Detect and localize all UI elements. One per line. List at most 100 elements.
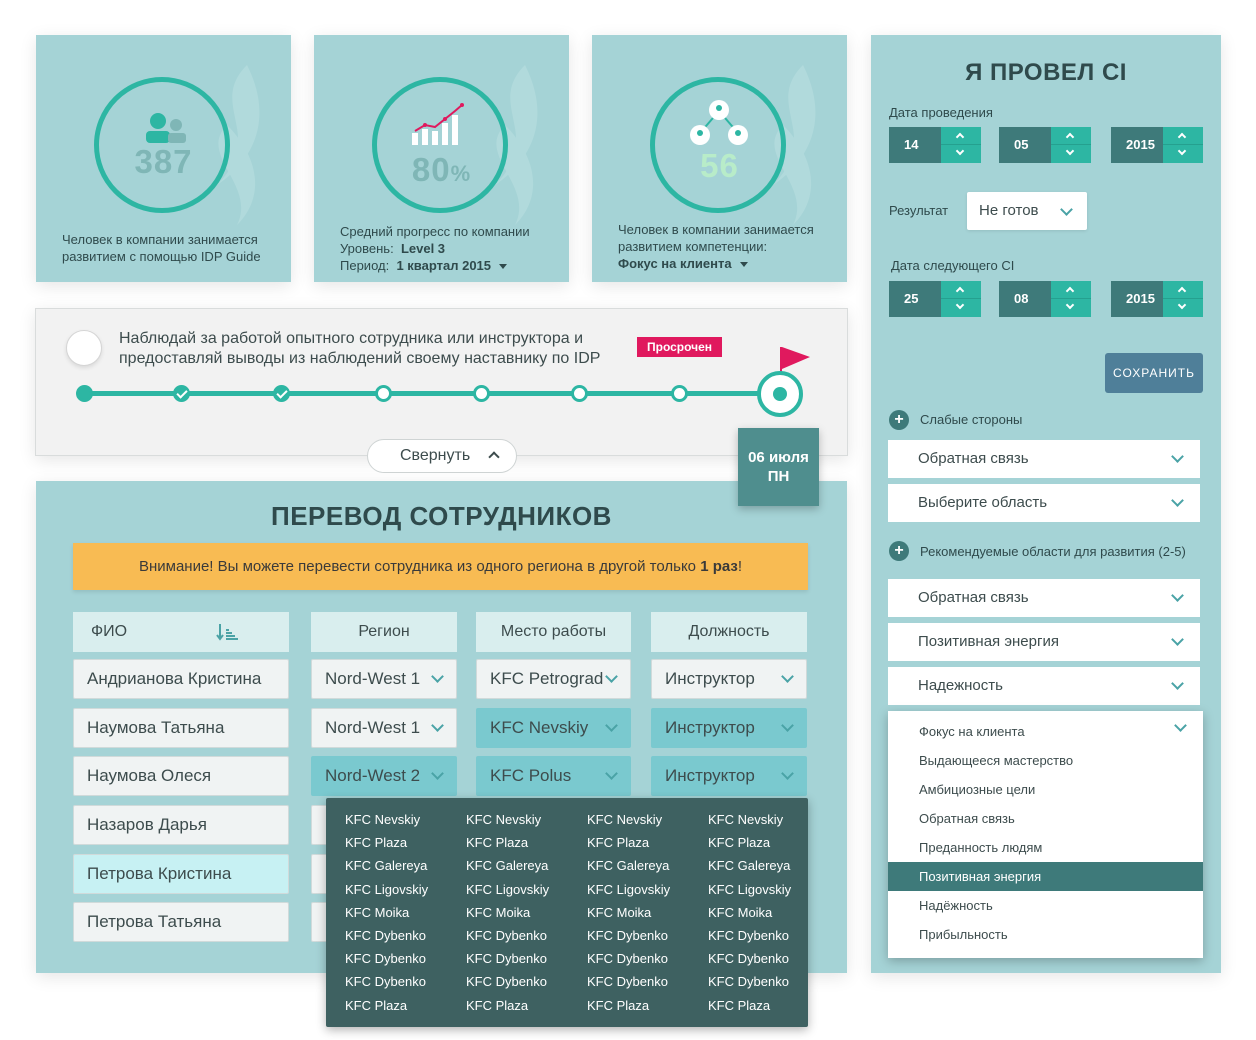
chevron-down-icon[interactable]	[955, 300, 965, 310]
workplace-option[interactable]: KFC Dybenko	[587, 951, 668, 966]
workplace-option[interactable]: KFC Plaza	[708, 998, 770, 1013]
weak-select-2[interactable]: Выберите область	[888, 484, 1200, 522]
position-select[interactable]: Инструктор	[651, 659, 807, 699]
competence-select[interactable]: Фокус на клиента	[618, 256, 748, 271]
step-node	[571, 385, 588, 402]
save-button[interactable]: СОХРАНИТЬ	[1105, 353, 1203, 393]
employee-name-field[interactable]: Назаров Дарья	[73, 805, 289, 845]
workplace-option[interactable]: KFC Plaza	[466, 998, 528, 1013]
workplace-option[interactable]: KFC Ligovskiy	[466, 882, 549, 897]
menu-item[interactable]: Надёжность	[888, 891, 1203, 920]
workplace-option[interactable]: KFC Plaza	[587, 998, 649, 1013]
employee-name-field[interactable]: Петрова Татьяна	[73, 902, 289, 942]
workplace-option[interactable]: KFC Galereya	[708, 858, 790, 873]
workplace-option[interactable]: KFC Dybenko	[466, 951, 547, 966]
workplace-option[interactable]: KFC Plaza	[708, 835, 770, 850]
column-header-region[interactable]: Регион	[311, 612, 457, 652]
stat-value: 387	[134, 143, 193, 180]
column-header-position[interactable]: Должность	[651, 612, 807, 652]
region-select[interactable]: Nord-West 1	[311, 708, 457, 748]
chevron-down-icon[interactable]	[1065, 300, 1075, 310]
region-select[interactable]: Nord-West 1	[311, 659, 457, 699]
region-select[interactable]: Nord-West 2	[311, 756, 457, 796]
workplace-option[interactable]: KFC Dybenko	[587, 974, 668, 989]
deadline-node[interactable]	[757, 371, 803, 417]
workplace-select[interactable]: KFC Polus	[476, 756, 631, 796]
workplace-option[interactable]: KFC Plaza	[345, 998, 407, 1013]
workplace-option[interactable]: KFC Plaza	[345, 835, 407, 850]
sort-icon[interactable]	[216, 623, 238, 641]
chevron-up-icon[interactable]	[1065, 132, 1075, 142]
menu-item[interactable]: Обратная связь	[888, 804, 1203, 833]
employee-name-field[interactable]: Наумова Олеся	[73, 756, 289, 796]
workplace-option[interactable]: KFC Nevskiy	[345, 812, 420, 827]
collapse-button[interactable]: Свернуть	[367, 439, 517, 473]
workplace-option[interactable]: KFC Galereya	[345, 858, 427, 873]
workplace-option[interactable]: KFC Dybenko	[345, 928, 426, 943]
menu-item[interactable]: Фокус на клиента	[888, 717, 1203, 746]
workplace-option[interactable]: KFC Nevskiy	[708, 812, 783, 827]
add-weak-icon[interactable]: +	[889, 410, 909, 430]
next-year-stepper[interactable]: 2015	[1111, 281, 1203, 317]
employee-name-field[interactable]: Петрова Кристина	[73, 854, 289, 894]
chevron-down-icon	[605, 767, 618, 780]
workplace-option[interactable]: KFC Dybenko	[587, 928, 668, 943]
workplace-option[interactable]: KFC Dybenko	[708, 951, 789, 966]
menu-item[interactable]: Преданность людям	[888, 833, 1203, 862]
month-stepper[interactable]: 05	[999, 127, 1091, 163]
employee-name-field[interactable]: Андрианова Кристина	[73, 659, 289, 699]
next-day-stepper[interactable]: 25	[889, 281, 981, 317]
add-recommended-icon[interactable]: +	[889, 541, 909, 561]
weak-select-1[interactable]: Обратная связь	[888, 440, 1200, 478]
workplace-option[interactable]: KFC Moika	[466, 905, 530, 920]
workplace-option[interactable]: KFC Plaza	[587, 835, 649, 850]
workplace-option[interactable]: KFC Ligovskiy	[587, 882, 670, 897]
workplace-option[interactable]: KFC Ligovskiy	[708, 882, 791, 897]
workplace-option[interactable]: KFC Dybenko	[345, 974, 426, 989]
workplace-option[interactable]: KFC Dybenko	[345, 951, 426, 966]
menu-item[interactable]: Позитивная энергия	[888, 862, 1203, 891]
workplace-option[interactable]: KFC Nevskiy	[587, 812, 662, 827]
year-stepper[interactable]: 2015	[1111, 127, 1203, 163]
workplace-select[interactable]: KFC Nevskiy	[476, 708, 631, 748]
employee-name-field[interactable]: Наумова Татьяна	[73, 708, 289, 748]
menu-item[interactable]: Прибыльность	[888, 920, 1203, 949]
recommended-select-1[interactable]: Обратная связь	[888, 579, 1200, 617]
workplace-option[interactable]: KFC Dybenko	[466, 928, 547, 943]
position-select[interactable]: Инструктор	[651, 756, 807, 796]
chevron-down-icon[interactable]	[955, 146, 965, 156]
result-select[interactable]: Не готов	[967, 192, 1087, 230]
position-select[interactable]: Инструктор	[651, 708, 807, 748]
chevron-up-icon[interactable]	[1177, 132, 1187, 142]
period-select[interactable]: 1 квартал 2015	[396, 258, 508, 273]
chevron-up-icon[interactable]	[1177, 286, 1187, 296]
chevron-down-icon[interactable]	[1177, 146, 1187, 156]
workplace-option[interactable]: KFC Moika	[587, 905, 651, 920]
workplace-option[interactable]: KFC Galereya	[466, 858, 548, 873]
workplace-option[interactable]: KFC Moika	[708, 905, 772, 920]
task-complete-radio[interactable]	[66, 330, 102, 366]
next-month-stepper[interactable]: 08	[999, 281, 1091, 317]
workplace-option[interactable]: KFC Dybenko	[466, 974, 547, 989]
workplace-option[interactable]: KFC Dybenko	[708, 974, 789, 989]
chevron-up-icon[interactable]	[955, 132, 965, 142]
workplace-select[interactable]: KFC Petrograd	[476, 659, 631, 699]
workplace-option[interactable]: KFC Nevskiy	[466, 812, 541, 827]
chevron-down-icon[interactable]	[1065, 146, 1075, 156]
workplace-option[interactable]: KFC Moika	[345, 905, 409, 920]
day-stepper[interactable]: 14	[889, 127, 981, 163]
workplace-option[interactable]: KFC Dybenko	[708, 928, 789, 943]
menu-item[interactable]: Амбициозные цели	[888, 775, 1203, 804]
chevron-up-icon[interactable]	[1065, 286, 1075, 296]
chevron-down-icon[interactable]	[1177, 300, 1187, 310]
network-icon	[690, 100, 748, 145]
column-header-workplace[interactable]: Место работы	[476, 612, 631, 652]
workplace-option[interactable]: KFC Galereya	[587, 858, 669, 873]
workplace-option[interactable]: KFC Ligovskiy	[345, 882, 428, 897]
chevron-up-icon[interactable]	[955, 286, 965, 296]
recommended-select-2[interactable]: Позитивная энергия	[888, 623, 1200, 661]
workplace-option[interactable]: KFC Plaza	[466, 835, 528, 850]
recommended-select-3[interactable]: Надежность	[888, 667, 1200, 705]
menu-item[interactable]: Выдающееся мастерство	[888, 746, 1203, 775]
column-header-name[interactable]: ФИО	[73, 612, 289, 652]
